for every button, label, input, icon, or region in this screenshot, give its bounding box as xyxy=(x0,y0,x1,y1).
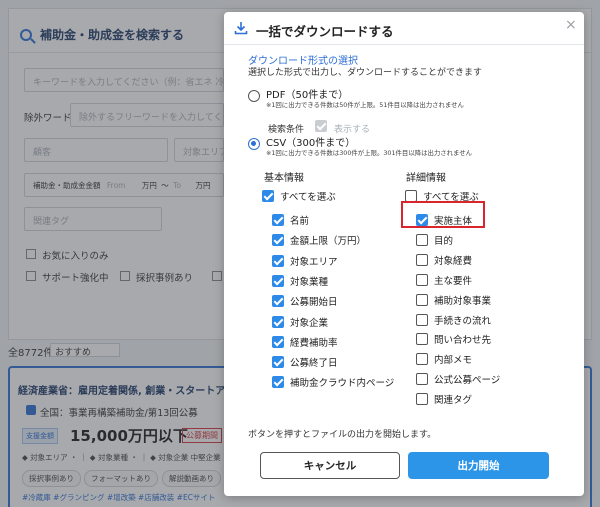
detail-label: 内部メモ xyxy=(434,355,473,367)
detail-label: 公式公募ページ xyxy=(434,375,501,387)
pdf-label: PDF（50件まで） xyxy=(266,90,349,101)
basic-label: 対象業種 xyxy=(290,276,329,288)
modal-body: ダウンロード形式の選択 選択した形式で出力し、ダウンロードすることができます P… xyxy=(224,12,584,496)
detail-label: 実施主体 xyxy=(434,216,473,227)
detail-label: 問い合わせ先 xyxy=(434,335,492,347)
basic-checkbox[interactable] xyxy=(272,295,284,308)
basic-checkbox[interactable] xyxy=(272,376,284,389)
basic-label: 対象企業 xyxy=(290,317,329,329)
basic-checkbox[interactable] xyxy=(272,315,284,328)
basic-checkbox[interactable] xyxy=(272,356,284,369)
detail-info-title: 詳細情報 xyxy=(406,173,446,184)
basic-checkbox[interactable] xyxy=(262,190,274,202)
detail-label: すべてを選ぶ xyxy=(423,192,479,203)
format-section-desc: 選択した形式で出力し、ダウンロードすることができます xyxy=(248,68,483,78)
csv-note: ※1回に出力できる件数は300件が上限。301件目以降は出力されません xyxy=(266,149,473,157)
pdf-note: ※1回に出力できる件数は50件が上限。51件目以降は出力されません xyxy=(266,101,464,109)
basic-label: 公募開始日 xyxy=(290,297,338,309)
detail-label: 補助対象事業 xyxy=(434,295,492,307)
basic-label: 金額上限（万円） xyxy=(290,236,367,248)
detail-label: 主な要件 xyxy=(434,275,473,287)
detail-checkbox[interactable] xyxy=(416,393,428,406)
detail-checkbox[interactable] xyxy=(416,253,428,266)
start-export-button[interactable]: 出力開始 xyxy=(408,452,549,479)
detail-checkbox[interactable] xyxy=(416,214,428,226)
basic-checkbox[interactable] xyxy=(272,214,284,226)
detail-checkbox[interactable] xyxy=(416,333,428,346)
detail-checkbox[interactable] xyxy=(416,373,428,386)
basic-label: 対象エリア xyxy=(290,256,338,268)
detail-checkbox[interactable] xyxy=(416,293,428,306)
footer-text: ボタンを押すとファイルの出力を開始します。 xyxy=(248,430,437,440)
basic-info-title: 基本情報 xyxy=(264,173,304,184)
basic-label: 公募終了日 xyxy=(290,358,338,370)
detail-checkbox[interactable] xyxy=(405,190,417,202)
basic-label: すべてを選ぶ xyxy=(280,192,336,203)
detail-checkbox[interactable] xyxy=(416,233,428,246)
csv-radio[interactable] xyxy=(248,138,260,150)
detail-label: 対象経費 xyxy=(434,255,473,267)
basic-checkbox[interactable] xyxy=(272,335,284,348)
basic-label: 名前 xyxy=(290,216,310,227)
basic-checkbox[interactable] xyxy=(272,234,284,247)
detail-checkbox[interactable] xyxy=(416,353,428,366)
detail-checkbox[interactable] xyxy=(416,273,428,286)
detail-label: 関連タグ xyxy=(434,395,473,407)
csv-label: CSV（300件まで） xyxy=(266,138,356,149)
pdf-radio[interactable] xyxy=(248,90,260,102)
detail-label: 手続きの流れ xyxy=(434,315,492,327)
detail-label: 目的 xyxy=(434,235,454,247)
basic-label: 経費補助率 xyxy=(290,337,338,349)
cancel-button[interactable]: キャンセル xyxy=(260,452,400,479)
detail-checkbox[interactable] xyxy=(416,313,428,326)
basic-label: 補助金クラウド内ページ xyxy=(290,378,395,390)
basic-checkbox[interactable] xyxy=(272,254,284,267)
search-condition-checkbox xyxy=(315,120,327,132)
basic-checkbox[interactable] xyxy=(272,274,284,287)
